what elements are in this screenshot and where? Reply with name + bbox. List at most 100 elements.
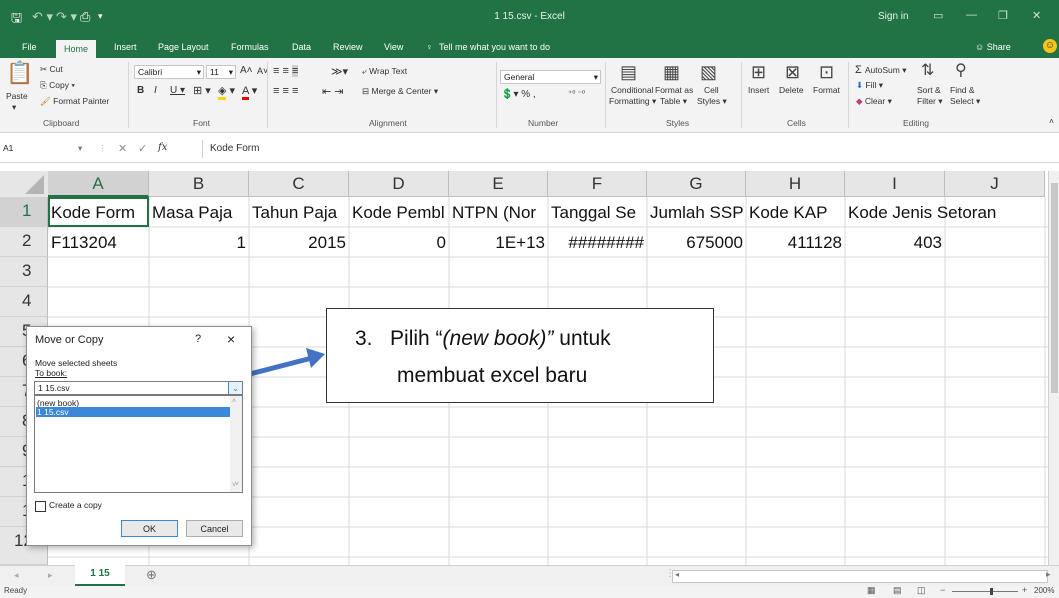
row-header[interactable]: 2 xyxy=(0,227,48,257)
insert-function-icon[interactable]: fx xyxy=(158,142,167,153)
zoom-level[interactable]: 200% xyxy=(1034,586,1054,595)
tab-home[interactable]: Home xyxy=(56,40,97,58)
feedback-smiley-icon[interactable]: ☺ xyxy=(1043,39,1057,53)
column-header-e[interactable]: E xyxy=(449,171,548,197)
tab-review[interactable]: Review xyxy=(333,42,363,52)
paste-icon[interactable]: 📋 xyxy=(6,60,33,86)
copy-button[interactable]: ⎘ Copy ▾ xyxy=(40,80,75,91)
fill-color-icon[interactable]: ◈ ▾ xyxy=(218,84,235,100)
confirm-entry-icon[interactable]: ✓ xyxy=(138,142,147,155)
name-box[interactable]: A1 ▾ xyxy=(0,140,90,157)
cell-b1[interactable]: Masa Paja xyxy=(149,199,249,227)
close-window-icon[interactable]: ✕ xyxy=(1032,9,1041,22)
paste-dropdown-icon[interactable]: ▾ xyxy=(12,102,16,113)
delete-cells-icon[interactable]: ⊠ xyxy=(785,62,800,83)
tab-data[interactable]: Data xyxy=(292,42,311,52)
sheet-tab-active[interactable]: 1 15 xyxy=(75,565,125,586)
column-header-f[interactable]: F xyxy=(548,171,647,197)
font-name-select[interactable]: Calibri ▾ xyxy=(134,65,204,79)
select-all-corner[interactable] xyxy=(0,171,49,198)
cut-button[interactable]: ✂ Cut xyxy=(40,64,63,75)
new-sheet-icon[interactable]: ⊕ xyxy=(146,567,157,583)
paste-button[interactable]: Paste xyxy=(6,91,28,101)
horizontal-scrollbar[interactable]: ◂ xyxy=(672,570,1048,583)
share-button[interactable]: ☺ Share xyxy=(975,42,1011,52)
tab-view[interactable]: View xyxy=(384,42,403,52)
conditional-formatting-button[interactable]: Conditional xyxy=(611,85,654,95)
tab-file[interactable]: File xyxy=(22,42,37,52)
delete-button[interactable]: Delete xyxy=(779,85,804,95)
row-header[interactable]: 4 xyxy=(0,287,48,317)
page-layout-view-icon[interactable]: ▤ xyxy=(893,585,902,596)
scroll-left-icon[interactable]: ◂ xyxy=(675,570,679,579)
underline-icon[interactable]: U ▾ xyxy=(170,85,185,96)
page-break-view-icon[interactable]: ◫ xyxy=(917,585,926,596)
cell-c2[interactable]: 2015 xyxy=(249,229,349,257)
align-top-icon[interactable]: ≡ ≡ ≡ xyxy=(273,65,299,77)
cell-h2[interactable]: 411128 xyxy=(746,229,845,257)
find-select-button[interactable]: Find & xyxy=(950,85,975,95)
tab-formulas[interactable]: Formulas xyxy=(231,42,269,52)
magnifier-icon[interactable]: ⚲ xyxy=(955,60,967,80)
close-dialog-button[interactable]: × xyxy=(227,331,235,347)
decimal-icon[interactable]: ⁺⁰ ⁻⁰ xyxy=(568,89,585,98)
cell-g1[interactable]: Jumlah SSP xyxy=(647,199,746,227)
tell-me-box[interactable]: Tell me what you want to do xyxy=(439,42,550,52)
minimize-icon[interactable]: — xyxy=(966,9,977,21)
cell-e1[interactable]: NTPN (Nor xyxy=(449,199,548,227)
cell-d2[interactable]: 0 xyxy=(349,229,449,257)
fill-button[interactable]: ⬇ Fill ▾ xyxy=(856,80,883,91)
font-size-select[interactable]: 11 ▾ xyxy=(206,65,236,79)
column-header-a[interactable]: A xyxy=(48,171,149,197)
sheet-list[interactable]: ˅ xyxy=(34,461,243,493)
column-header-g[interactable]: G xyxy=(647,171,746,197)
number-format-select[interactable]: General ▾ xyxy=(500,70,601,84)
tab-page-layout[interactable]: Page Layout xyxy=(158,42,209,52)
orientation-icon[interactable]: ≫▾ xyxy=(331,65,348,78)
font-color-icon[interactable]: A ▾ xyxy=(242,84,257,100)
book-option-selected[interactable]: 1 15.csv xyxy=(36,407,231,417)
clear-button[interactable]: ◆ Clear ▾ xyxy=(856,96,892,107)
scroll-down-icon[interactable]: ˅ xyxy=(235,481,239,488)
cell-i2[interactable]: 403 xyxy=(845,229,945,257)
scroll-up-icon[interactable]: ˄ xyxy=(232,398,236,405)
insert-button[interactable]: Insert xyxy=(748,85,769,95)
format-as-table-button[interactable]: Format as xyxy=(655,85,693,95)
cell-f1[interactable]: Tanggal Se xyxy=(548,199,647,227)
cell-styles-icon[interactable]: ▧ xyxy=(700,62,717,83)
cell-h1[interactable]: Kode KAP xyxy=(746,199,845,227)
vertical-scrollbar[interactable] xyxy=(1048,171,1059,565)
align-left-icon[interactable]: ≡ ≡ ≡ xyxy=(273,85,298,97)
scrollbar-thumb[interactable] xyxy=(1051,183,1058,393)
italic-icon[interactable]: I xyxy=(154,85,157,96)
tab-insert[interactable]: Insert xyxy=(114,42,137,52)
column-header-h[interactable]: H xyxy=(746,171,845,197)
merge-center-button[interactable]: ⊟ Merge & Center ▾ xyxy=(362,86,438,97)
zoom-out-icon[interactable]: − xyxy=(940,585,945,595)
cell-c1[interactable]: Tahun Paja xyxy=(249,199,349,227)
scroll-right-icon[interactable]: ▸ xyxy=(1046,569,1051,580)
cell-f2[interactable]: ######## xyxy=(548,229,647,257)
cancel-entry-icon[interactable]: ✕ xyxy=(118,142,127,155)
cancel-button[interactable]: Cancel xyxy=(186,520,243,537)
column-header-i[interactable]: I xyxy=(845,171,945,197)
scroll-tabs-right-icon[interactable]: ▸ xyxy=(48,570,53,581)
scroll-tabs-left-icon[interactable]: ◂ xyxy=(14,570,19,581)
dropdown-arrow-icon[interactable]: ⌄ xyxy=(228,382,242,394)
wrap-text-button[interactable]: ⤶ Wrap Text xyxy=(362,66,407,77)
autosum-button[interactable]: Σ AutoSum ▾ xyxy=(855,64,906,76)
sign-in-link[interactable]: Sign in xyxy=(878,11,909,22)
indent-icon[interactable]: ⇤ ⇥ xyxy=(322,85,344,98)
sort-filter-icon[interactable]: ⇅ xyxy=(921,60,934,80)
create-copy-checkbox[interactable] xyxy=(35,501,46,512)
sort-filter-button[interactable]: Sort & xyxy=(917,85,941,95)
conditional-formatting-icon[interactable]: ▤ xyxy=(620,62,637,83)
format-button[interactable]: Format xyxy=(813,85,840,95)
cell-b2[interactable]: 1 xyxy=(149,229,249,257)
to-book-select[interactable]: 1 15.csv ⌄ xyxy=(34,381,243,395)
column-header-d[interactable]: D xyxy=(349,171,449,197)
zoom-slider[interactable] xyxy=(952,591,1018,592)
normal-view-icon[interactable]: ▦ xyxy=(867,585,876,596)
zoom-slider-thumb[interactable] xyxy=(990,588,993,595)
grow-font-icon[interactable]: A˄ xyxy=(240,65,253,76)
